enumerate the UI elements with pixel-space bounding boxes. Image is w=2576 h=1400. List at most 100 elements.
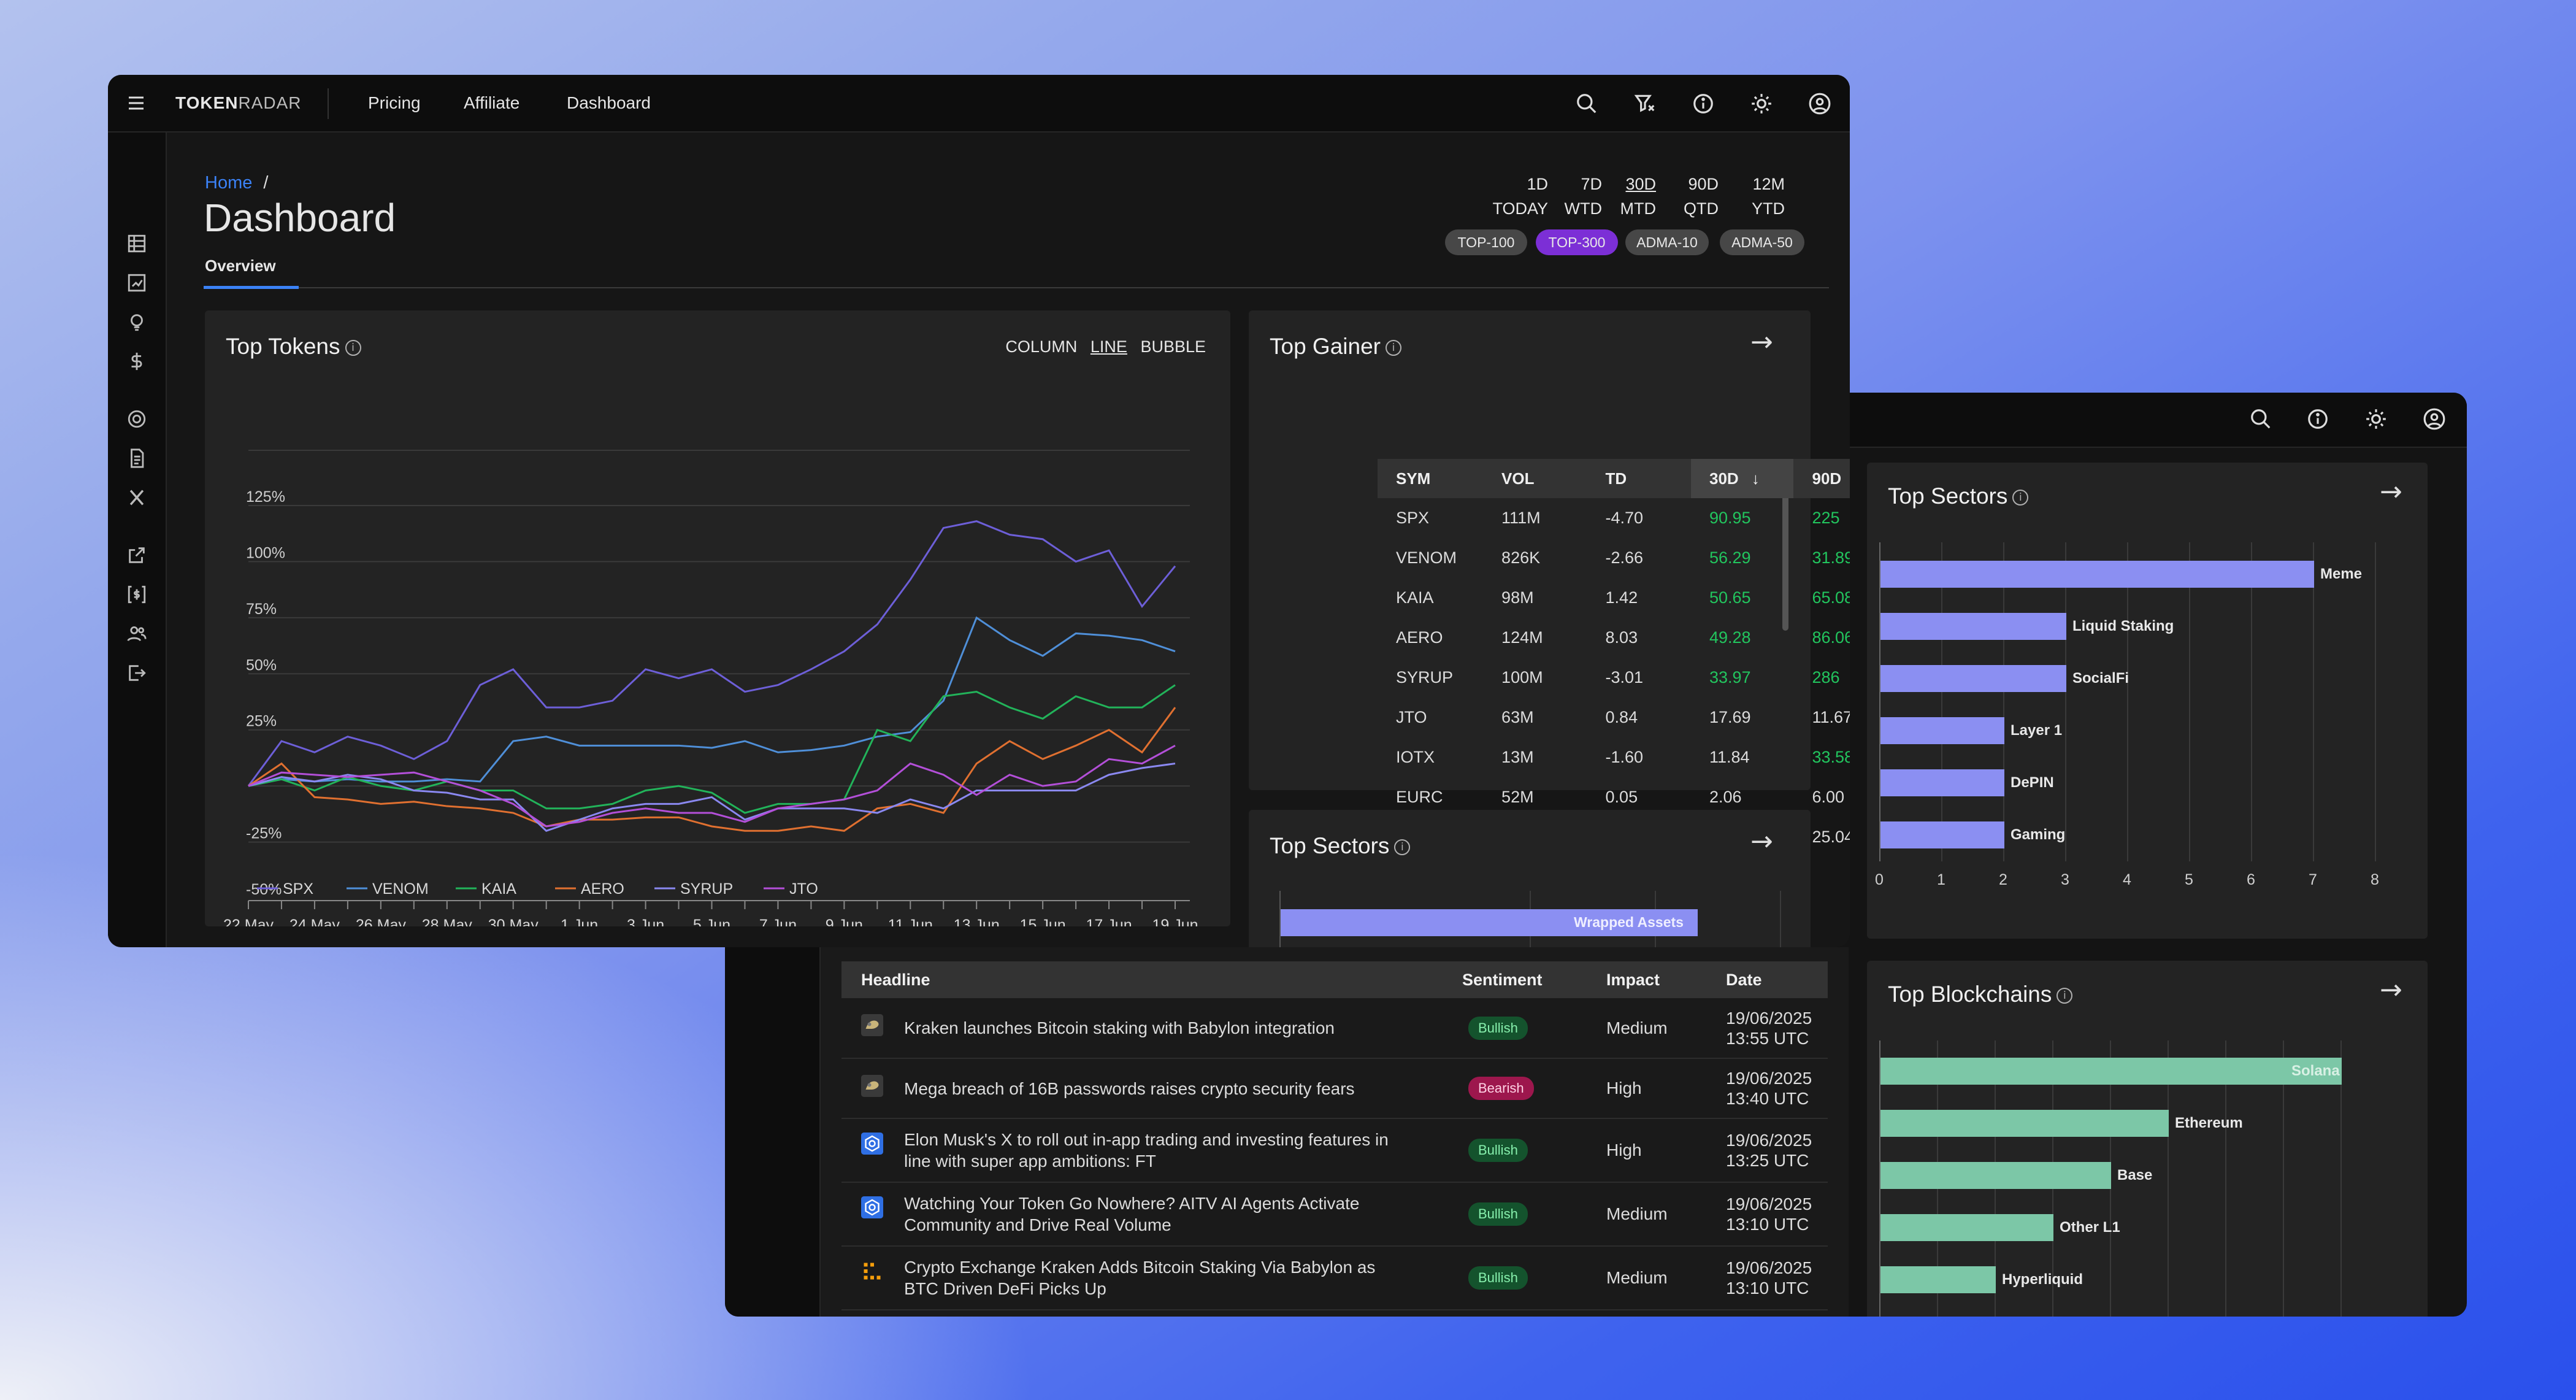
legend-item-aero[interactable]: AERO [555,880,624,898]
news-headline[interactable]: Mega breach of 16B passwords raises cryp… [904,1078,1443,1099]
news-col-headline[interactable]: Headline [841,961,1443,998]
news-headline[interactable]: Elon Musk's X to roll out in-app trading… [904,1129,1443,1150]
x-tick-label: 9 Jun [826,917,863,926]
gainer-cell: 8.03 [1605,628,1638,647]
arrow-right-icon[interactable]: → [2380,476,2402,507]
gainer-row[interactable]: SPX 111M -4.70 90.95 225 [1378,498,1850,538]
arrow-down-icon[interactable]: ↓ [1747,469,1760,488]
top-sectors-preview-card: Top Sectors i → Wrapped Assets [1249,810,1811,947]
legend-item-syrup[interactable]: SYRUP [654,880,733,898]
news-row[interactable]: Elon Musk's X to roll out in-app trading… [841,1118,1828,1183]
sidebar-document-icon[interactable] [126,448,147,469]
search-icon[interactable] [1575,92,1598,115]
gainer-row[interactable]: AERO 124M 8.03 49.28 86.06 [1378,618,1850,658]
arrow-right-icon[interactable]: → [2380,974,2402,1006]
bar-base[interactable] [1880,1162,2111,1189]
bar-depin[interactable] [1880,769,2004,796]
sidebar-chart-icon[interactable] [126,272,147,293]
user-avatar-icon[interactable] [1808,92,1831,115]
news-headline[interactable]: Watching Your Token Go Nowhere? AITV AI … [904,1193,1443,1214]
gainer-row[interactable]: KAIA 98M 1.42 50.65 65.08 [1378,578,1850,618]
bar-ethereum[interactable] [1880,1110,2169,1137]
x-tick-label: 2 [1999,871,2007,888]
sidebar-dollar-icon[interactable] [126,351,147,372]
news-row[interactable]: Kraken launches Bitcoin staking with Bab… [841,998,1828,1059]
sidebar-users-icon[interactable] [126,623,147,644]
hamburger-menu-icon[interactable] [125,92,147,114]
bar-label: Ethereum [2175,1115,2243,1131]
filter-clear-icon[interactable] [1633,92,1657,115]
bar-meme[interactable] [1880,561,2314,588]
filter-adma-50[interactable]: ADMA-50 [1720,229,1804,255]
sector-bar-label: Wrapped Assets [1574,914,1684,930]
sidebar-table-icon[interactable] [126,233,147,254]
period-90d[interactable]: 90D QTD [1651,172,1719,221]
x-tick-label: 5 Jun [693,917,730,926]
news-headline[interactable]: line with super app ambitions: FT [904,1150,1443,1172]
series-line-venom[interactable] [248,616,1176,787]
sidebar-x-icon[interactable] [126,487,147,508]
y-tick-label: 100% [246,544,285,561]
sun-icon[interactable] [2364,407,2388,431]
gainer-row[interactable]: IOTX 13M -1.60 11.84 33.58 [1378,737,1850,777]
gainer-col-90d[interactable]: 90D [1793,459,1850,498]
gainer-row[interactable]: VENOM 826K -2.66 56.29 31.89 [1378,538,1850,578]
news-col-sentiment[interactable]: Sentiment [1443,961,1587,998]
bar-layer-1[interactable] [1880,717,2004,744]
nav-affiliate[interactable]: Affiliate [464,93,519,113]
news-headline[interactable]: BTC Driven DeFi Picks Up [904,1278,1443,1299]
gainer-col-vol[interactable]: VOL [1483,459,1587,498]
breadcrumb-home[interactable]: Home [205,173,252,193]
tab-overview[interactable]: Overview [205,256,276,275]
sun-icon[interactable] [1750,92,1773,115]
news-headline[interactable]: Kraken launches Bitcoin staking with Bab… [904,1017,1443,1039]
info-icon[interactable]: i [2057,988,2073,1004]
x-tick-label: 8 [2371,871,2379,888]
gainer-row[interactable]: JTO 63M 0.84 17.69 11.67 [1378,698,1850,737]
sidebar-target-icon[interactable] [126,409,147,429]
brand-logo[interactable]: TOKENRADAR [175,93,302,113]
bar-liquid-staking[interactable] [1880,613,2066,640]
gainer-cell: 11.84 [1709,748,1750,766]
news-row[interactable]: Mega breach of 16B passwords raises cryp… [841,1058,1828,1119]
gainer-col-30d[interactable]: 30D ↓ [1690,459,1794,498]
sidebar-idea-icon[interactable] [126,312,147,333]
nav-pricing[interactable]: Pricing [368,93,421,113]
nav-dashboard[interactable]: Dashboard [567,93,651,113]
news-headline[interactable]: Crypto Exchange Kraken Adds Bitcoin Stak… [904,1256,1443,1278]
period-30d[interactable]: 30D MTD [1589,172,1656,221]
info-icon[interactable] [1692,92,1715,115]
bar-gaming[interactable] [1880,821,2004,848]
svg-text:KAIA: KAIA [481,880,516,898]
filter-top-300[interactable]: TOP-300 [1536,229,1618,255]
bar-socialfi[interactable] [1880,665,2066,692]
sidebar-external-link-icon[interactable] [126,545,147,566]
bar-other-l1[interactable] [1880,1214,2053,1241]
news-headline[interactable]: Community and Drive Real Volume [904,1214,1443,1236]
news-col-impact[interactable]: Impact [1587,961,1706,998]
news-col-date[interactable]: Date [1706,961,1828,998]
info-icon[interactable] [2306,407,2329,431]
bar-hyperliquid[interactable] [1880,1266,1996,1293]
sidebar-pricing-icon[interactable] [126,584,147,605]
news-row[interactable]: Crypto Exchange Kraken Adds Bitcoin Stak… [841,1246,1828,1310]
info-icon[interactable]: i [1394,839,1411,856]
news-row[interactable]: Watching Your Token Go Nowhere? AITV AI … [841,1182,1828,1247]
info-icon[interactable]: i [2012,490,2029,506]
period-12m[interactable]: 12M YTD [1717,172,1785,221]
gainer-row[interactable]: SYRUP 100M -3.01 33.97 286 [1378,658,1850,698]
search-icon[interactable] [2249,407,2272,431]
arrow-right-icon[interactable]: → [1750,826,1773,857]
legend-item-kaia[interactable]: KAIA [456,880,516,898]
gainer-col-sym[interactable]: SYM [1378,459,1484,498]
arrow-right-icon[interactable]: → [1750,326,1773,358]
sidebar-logout-icon[interactable] [126,663,147,683]
user-avatar-icon[interactable] [2423,407,2446,431]
legend-item-venom[interactable]: VENOM [347,880,429,898]
legend-item-jto[interactable]: JTO [764,880,818,898]
bar-solana[interactable] [1880,1058,2342,1085]
gainer-col-td[interactable]: TD [1587,459,1691,498]
filter-top-100[interactable]: TOP-100 [1445,229,1527,255]
filter-adma-10[interactable]: ADMA-10 [1625,229,1709,255]
info-icon[interactable]: i [1386,340,1401,356]
